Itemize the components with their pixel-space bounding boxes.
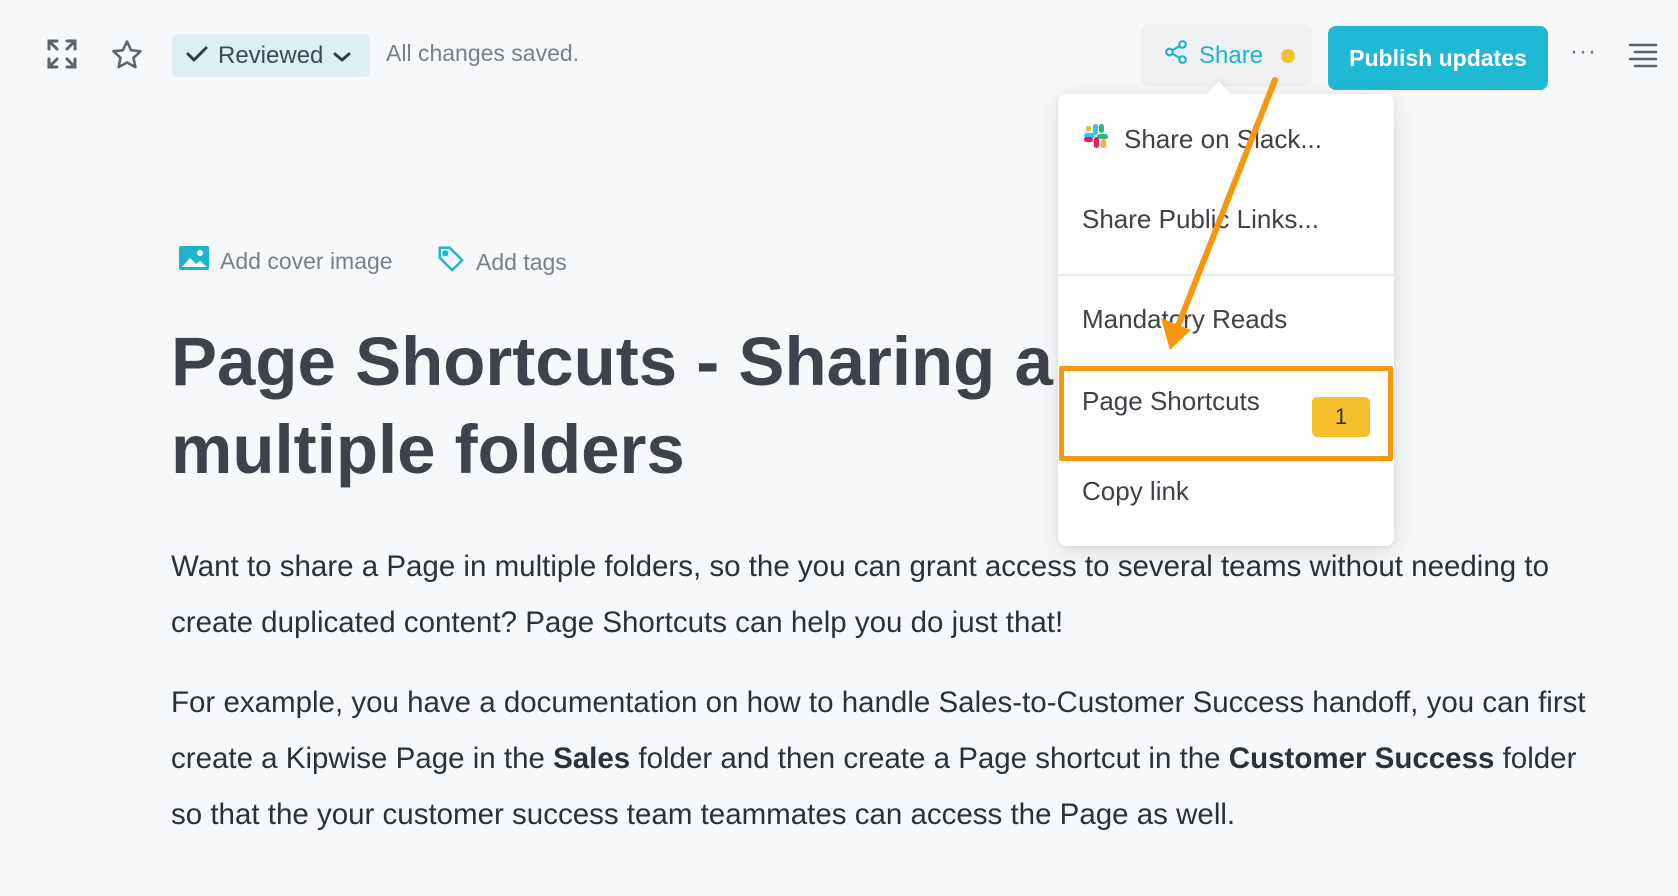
outline-menu-icon[interactable] (1628, 42, 1658, 75)
star-icon[interactable] (110, 38, 144, 72)
tag-icon (436, 244, 466, 280)
check-icon (186, 42, 208, 70)
publish-updates-button[interactable]: Publish updates (1328, 26, 1548, 90)
share-label: Share (1199, 41, 1264, 69)
share-dropdown-menu: Share on Slack... Share Public Links... … (1058, 94, 1394, 546)
more-options-icon[interactable]: ··· (1570, 38, 1597, 66)
share-icon (1163, 39, 1189, 72)
sales-folder-bold: Sales (553, 742, 631, 775)
customer-success-folder-bold: Customer Success (1228, 742, 1495, 775)
intro-paragraph: Want to share a Page in multiple folders… (171, 550, 1549, 639)
share-public-links-item[interactable]: Share Public Links... (1082, 204, 1319, 235)
chevron-down-icon (333, 42, 351, 70)
share-button[interactable]: Share (1141, 24, 1312, 87)
add-tags-label: Add tags (476, 248, 567, 275)
notification-dot (1281, 48, 1296, 63)
save-status-text: All changes saved. (386, 40, 580, 66)
mandatory-reads-item[interactable]: Mandatory Reads (1082, 304, 1287, 335)
add-cover-image-button[interactable]: Add cover image (178, 244, 393, 278)
expand-icon[interactable] (46, 38, 78, 70)
paragraph-text: folder and then create a Page shortcut i… (630, 742, 1229, 775)
copy-link-item[interactable]: Copy link (1082, 476, 1189, 507)
annotation-highlight-box (1059, 366, 1393, 461)
add-tags-button[interactable]: Add tags (436, 244, 567, 280)
image-icon (178, 244, 210, 278)
share-on-slack-item[interactable]: Share on Slack... (1082, 122, 1322, 157)
add-cover-image-label: Add cover image (220, 247, 393, 274)
share-on-slack-label: Share on Slack... (1124, 124, 1322, 154)
slack-icon (1082, 122, 1110, 157)
example-paragraph: For example, you have a documentation on… (171, 675, 1611, 843)
reviewed-status-dropdown[interactable]: Reviewed (172, 34, 370, 77)
menu-divider (1058, 274, 1394, 276)
reviewed-label: Reviewed (218, 41, 324, 69)
